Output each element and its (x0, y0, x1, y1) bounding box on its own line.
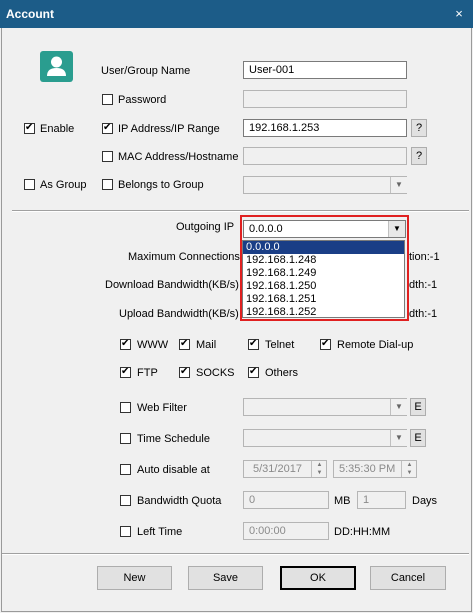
ip-range-label: IP Address/IP Range (118, 123, 220, 135)
password-input[interactable] (243, 90, 407, 108)
protocol-www-label: WWW (137, 339, 169, 351)
web-filter-checkbox[interactable] (120, 402, 131, 413)
max-connections-value: tion:-1 (409, 251, 440, 263)
ok-button[interactable]: OK (280, 566, 356, 590)
protocol-socks-label: SOCKS (196, 367, 235, 379)
left-time-input[interactable]: 0:00:00 (243, 522, 329, 540)
protocol-ftp-label: FTP (137, 367, 158, 379)
protocol-remote-dialup-label: Remote Dial-up (337, 339, 414, 351)
web-filter-label: Web Filter (137, 402, 187, 414)
mac-hostname-help-button[interactable]: ? (411, 147, 427, 165)
auto-disable-label: Auto disable at (137, 464, 210, 476)
belongs-to-group-label: Belongs to Group (118, 179, 204, 191)
time-spinner-icon[interactable]: ▲ ▼ (401, 461, 417, 477)
time-schedule-checkbox[interactable] (120, 433, 131, 444)
as-group-label: As Group (40, 179, 87, 191)
bandwidth-quota-days-unit: Days (412, 495, 438, 507)
user-icon (40, 51, 73, 82)
download-bandwidth-label: Download Bandwidth(KB/s) (105, 279, 239, 291)
web-filter-select[interactable] (243, 398, 407, 416)
left-time-format: DD:HH:MM (334, 526, 391, 538)
protocol-telnet-label: Telnet (265, 339, 295, 351)
web-filter-dropdown-icon[interactable]: ▼ (390, 399, 407, 415)
outgoing-ip-label: Outgoing IP (176, 221, 235, 233)
user-group-name-label: User/Group Name (101, 65, 191, 77)
belongs-to-group-checkbox[interactable] (102, 179, 113, 190)
close-icon[interactable]: × (451, 6, 467, 22)
protocol-telnet-checkbox[interactable] (248, 338, 259, 350)
time-schedule-select[interactable] (243, 429, 407, 447)
protocol-others-checkbox[interactable] (248, 366, 259, 378)
window-title: Account (6, 7, 54, 21)
bandwidth-quota-days-input[interactable]: 1 (357, 491, 406, 509)
web-filter-edit-button[interactable]: E (410, 398, 426, 416)
protocol-www-checkbox[interactable] (120, 338, 131, 350)
left-time-label: Left Time (137, 526, 183, 538)
highlight-box (240, 215, 409, 321)
bottom-separator (2, 553, 469, 555)
save-button[interactable]: Save (188, 566, 263, 590)
bandwidth-quota-checkbox[interactable] (120, 495, 131, 506)
left-time-checkbox[interactable] (120, 526, 131, 537)
new-button[interactable]: New (97, 566, 172, 590)
auto-disable-checkbox[interactable] (120, 464, 131, 475)
user-group-name-input[interactable]: User-001 (243, 61, 407, 79)
protocol-socks-checkbox[interactable] (179, 366, 190, 378)
password-label: Password (118, 94, 167, 106)
mac-hostname-label: MAC Address/Hostname (118, 151, 239, 163)
bandwidth-quota-mb-input[interactable]: 0 (243, 491, 329, 509)
upload-bandwidth-value: dth:-1 (409, 308, 438, 320)
mac-hostname-input[interactable] (243, 147, 407, 165)
bandwidth-quota-label: Bandwidth Quota (137, 495, 222, 507)
mac-hostname-checkbox[interactable] (102, 151, 113, 162)
time-schedule-edit-button[interactable]: E (410, 429, 426, 447)
ip-range-input[interactable]: 192.168.1.253 (243, 119, 407, 137)
time-schedule-dropdown-icon[interactable]: ▼ (390, 430, 407, 446)
title-bar: Account × (0, 0, 473, 28)
protocol-mail-label: Mail (196, 339, 217, 351)
separator (12, 210, 469, 212)
cancel-button[interactable]: Cancel (370, 566, 446, 590)
password-checkbox[interactable] (102, 94, 113, 105)
enable-label: Enable (40, 123, 75, 135)
max-connections-label: Maximum Connections (128, 251, 240, 263)
belongs-to-group-dropdown-icon[interactable]: ▼ (390, 177, 407, 193)
as-group-checkbox[interactable] (24, 179, 35, 190)
date-spinner-icon[interactable]: ▲ ▼ (311, 461, 327, 477)
enable-checkbox[interactable] (24, 122, 35, 134)
bandwidth-quota-mb-unit: MB (334, 495, 351, 507)
protocol-mail-checkbox[interactable] (179, 338, 190, 350)
protocol-ftp-checkbox[interactable] (120, 366, 131, 378)
download-bandwidth-value: dth:-1 (409, 279, 438, 291)
ip-range-checkbox[interactable] (102, 122, 113, 134)
ip-range-help-button[interactable]: ? (411, 119, 427, 137)
upload-bandwidth-label: Upload Bandwidth(KB/s) (119, 308, 239, 320)
protocol-others-label: Others (265, 367, 299, 379)
belongs-to-group-select[interactable] (243, 176, 407, 194)
time-schedule-label: Time Schedule (137, 433, 210, 445)
protocol-remote-dialup-checkbox[interactable] (320, 338, 331, 350)
